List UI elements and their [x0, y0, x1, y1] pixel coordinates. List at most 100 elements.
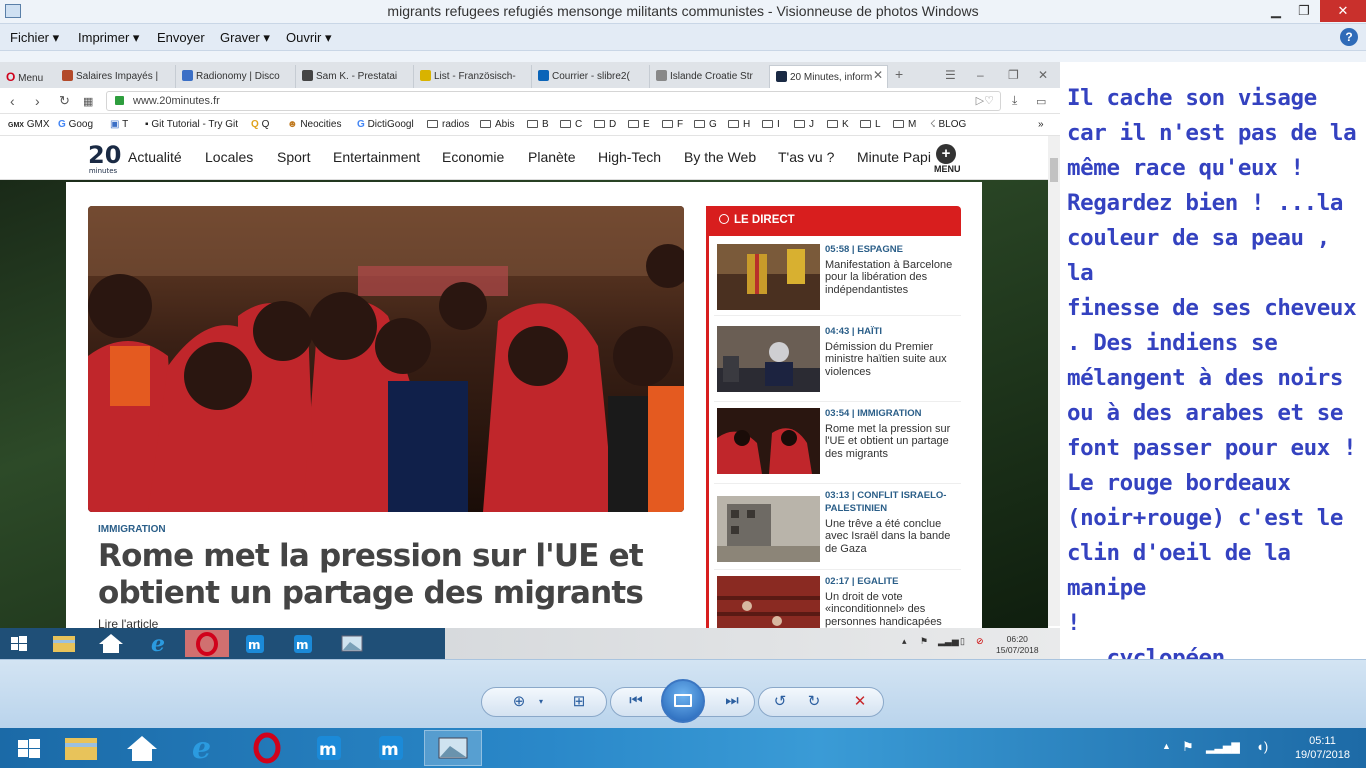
inner-volume-icon[interactable]: ⊘: [976, 636, 984, 647]
bookmark-folder[interactable]: B: [527, 119, 549, 130]
bookmark-item[interactable]: ☇ BLOG: [930, 119, 966, 130]
nav-by-the-web[interactable]: By the Web: [684, 149, 756, 165]
live-news-item[interactable]: 05:58 | ESPAGNE Manifestation à Barcelon…: [714, 238, 961, 316]
browser-tab[interactable]: Sam K. - Prestatai: [296, 65, 414, 88]
inner-maxthon-icon[interactable]: m: [234, 630, 278, 657]
browser-tab[interactable]: Courrier - slibre2(: [532, 65, 650, 88]
actual-size-icon[interactable]: ⊞: [568, 692, 590, 710]
back-icon[interactable]: ‹: [10, 93, 15, 109]
bookmark-folder[interactable]: Abis: [480, 119, 514, 130]
forward-icon[interactable]: ›: [35, 93, 40, 109]
opera-menu-button[interactable]: O Menu: [0, 65, 56, 88]
minimize-icon[interactable]: ▁: [1262, 0, 1290, 22]
live-news-header[interactable]: LE DIRECT: [709, 206, 961, 236]
nav-economie[interactable]: Economie: [442, 149, 504, 165]
rotate-left-icon[interactable]: ↺: [769, 692, 791, 710]
bookmark-item[interactable]: GMX GMX: [8, 119, 50, 130]
bookmark-item[interactable]: ☻ Neocities: [287, 119, 341, 130]
menu-graver[interactable]: Graver ▾: [220, 30, 270, 46]
nav-minute-papillon[interactable]: Minute Papi: [857, 149, 931, 165]
inner-tray-up-icon[interactable]: ▴: [902, 636, 907, 647]
nav-tas-vu[interactable]: T'as vu ?: [778, 149, 834, 165]
article-hero-image[interactable]: [88, 206, 684, 512]
close-tab-icon[interactable]: ✕: [873, 68, 883, 82]
site-menu-button[interactable]: + MENU: [934, 144, 961, 174]
help-icon[interactable]: ?: [1340, 28, 1358, 46]
rotate-right-icon[interactable]: ↻: [803, 692, 825, 710]
inner-battery-icon[interactable]: ▯: [960, 636, 965, 647]
bookmark-item[interactable]: G Goog: [58, 119, 93, 130]
article-headline[interactable]: Rome met la pression sur l'UE et obtient…: [98, 538, 678, 612]
bookmark-folder[interactable]: K: [827, 119, 849, 130]
inner-photo-viewer-icon[interactable]: [330, 630, 374, 657]
nav-planete[interactable]: Planète: [528, 149, 575, 165]
bookmark-folder[interactable]: J: [794, 119, 814, 130]
browser-tab[interactable]: List - Französisch-: [414, 65, 532, 88]
maxthon-icon[interactable]: m: [362, 730, 420, 766]
bookmark-folder[interactable]: D: [594, 119, 616, 130]
battery-icon[interactable]: ▯: [1232, 739, 1239, 755]
live-news-item[interactable]: 03:13 | CONFLIT ISRAELO-PALESTINIEN Une …: [714, 484, 961, 570]
inner-start-icon[interactable]: [0, 630, 44, 657]
download-icon[interactable]: ⤓: [1012, 93, 1017, 108]
bookmark-item[interactable]: G DictiGoogl: [357, 119, 414, 130]
inner-maxthon-icon[interactable]: m: [282, 630, 326, 657]
bookmark-folder[interactable]: I: [762, 119, 780, 130]
url-input[interactable]: www.20minutes.fr ▷♡: [106, 91, 1001, 111]
action-center-icon[interactable]: ⚑: [1182, 739, 1194, 755]
opera-icon[interactable]: [238, 730, 296, 766]
live-news-item[interactable]: 02:17 | EGALITE Un droit de vote «incond…: [714, 570, 961, 642]
reload-icon[interactable]: ↻: [59, 93, 70, 109]
file-explorer-icon[interactable]: [52, 730, 110, 766]
browser-close-icon[interactable]: ✕: [1038, 68, 1048, 82]
volume-icon[interactable]: ◖): [1256, 739, 1268, 754]
bookmark-folder[interactable]: M: [893, 119, 916, 130]
nav-entertainment[interactable]: Entertainment: [333, 149, 420, 165]
inner-ie-icon[interactable]: e: [137, 630, 181, 657]
previous-icon[interactable]: ⏮: [625, 692, 647, 709]
zoom-dropdown-icon[interactable]: ▾: [530, 697, 552, 706]
scrollbar-thumb[interactable]: [1050, 158, 1058, 182]
inner-opera-icon[interactable]: [185, 630, 229, 657]
bookmark-folder[interactable]: H: [728, 119, 750, 130]
page-scrollbar[interactable]: [1048, 136, 1060, 626]
inner-home-icon[interactable]: [89, 630, 133, 657]
article-category[interactable]: IMMIGRATION: [98, 524, 166, 535]
live-news-item[interactable]: 04:43 | HAÏTI Démission du Premier minis…: [714, 320, 961, 402]
menu-imprimer[interactable]: Imprimer ▾: [78, 30, 139, 46]
bookmark-folder[interactable]: G: [694, 119, 717, 130]
browser-tab[interactable]: Salaires Impayés |: [56, 65, 176, 88]
maximize-icon[interactable]: ❐: [1290, 0, 1318, 22]
taskbar-clock[interactable]: 05:11 19/07/2018: [1295, 734, 1350, 762]
bookmarks-overflow-icon[interactable]: »: [1038, 119, 1044, 130]
browser-minimize-icon[interactable]: –: [977, 68, 984, 82]
next-icon[interactable]: ⏭: [721, 692, 743, 709]
tray-up-icon[interactable]: ▲: [1162, 741, 1171, 751]
speed-dial-icon[interactable]: ▦: [83, 95, 93, 108]
browser-tab[interactable]: Islande Croatie Str: [650, 65, 770, 88]
bookmark-item[interactable]: ▣ T: [110, 119, 128, 130]
tab-menu-icon[interactable]: ☰: [945, 68, 956, 82]
bookmark-folder[interactable]: F: [662, 119, 683, 130]
close-window-button[interactable]: ✕: [1320, 0, 1366, 22]
menu-ouvrir[interactable]: Ouvrir ▾: [286, 30, 332, 46]
20minutes-logo[interactable]: 20 minutes: [88, 142, 121, 176]
delete-icon[interactable]: ✕: [849, 692, 871, 710]
bookmark-heart-icon[interactable]: ▷♡: [976, 94, 994, 107]
bookmark-folder[interactable]: C: [560, 119, 582, 130]
nav-locales[interactable]: Locales: [205, 149, 253, 165]
browser-restore-icon[interactable]: ❐: [1008, 68, 1019, 82]
internet-explorer-icon[interactable]: e: [175, 730, 233, 766]
menu-envoyer[interactable]: Envoyer: [157, 30, 205, 45]
home-icon[interactable]: [113, 730, 171, 766]
nav-high-tech[interactable]: High-Tech: [598, 149, 661, 165]
bookmark-folder[interactable]: L: [860, 119, 881, 130]
nav-sport[interactable]: Sport: [277, 149, 310, 165]
live-news-item[interactable]: 03:54 | IMMIGRATION Rome met la pression…: [714, 402, 961, 484]
bookmark-item[interactable]: ▪ Git Tutorial - Try Git: [145, 119, 238, 130]
browser-tab[interactable]: Radionomy | Disco: [176, 65, 296, 88]
maxthon-icon[interactable]: m: [300, 730, 358, 766]
slideshow-button[interactable]: [661, 679, 705, 723]
inner-clock[interactable]: 06:20 15/07/2018: [996, 634, 1039, 656]
bookmark-folder[interactable]: E: [628, 119, 650, 130]
